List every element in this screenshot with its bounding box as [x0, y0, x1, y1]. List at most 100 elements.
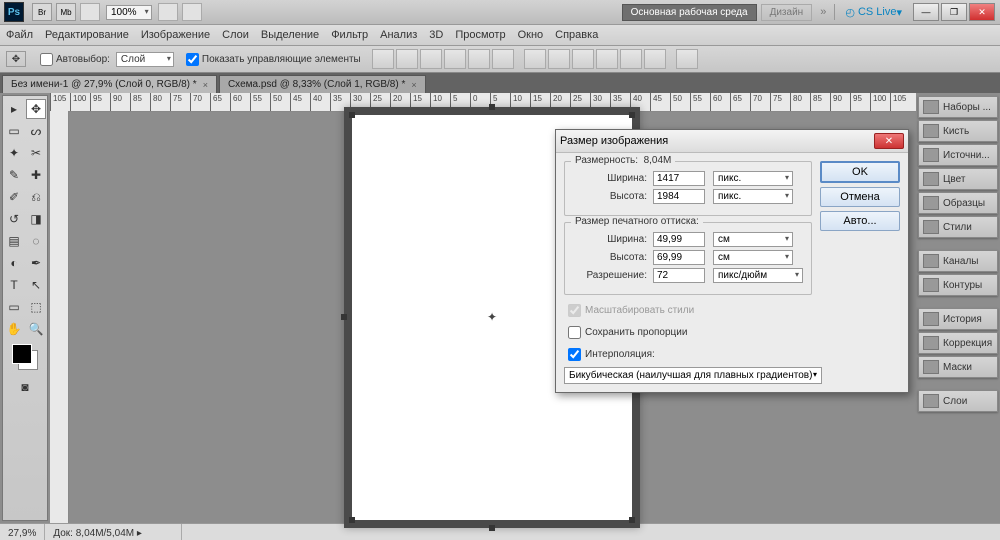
- pen-tool[interactable]: ✒: [26, 253, 46, 273]
- panel-layers[interactable]: Слои: [918, 390, 998, 412]
- tab-close-icon[interactable]: ×: [411, 80, 416, 90]
- move-tool[interactable]: ✥: [26, 99, 46, 119]
- distribute-icon[interactable]: [572, 49, 594, 69]
- eyedropper-tool[interactable]: ✎: [4, 165, 24, 185]
- tab-close-icon[interactable]: ×: [203, 80, 208, 90]
- extras-icon[interactable]: [182, 3, 202, 21]
- quickmask-tool[interactable]: ◙: [15, 377, 35, 397]
- workspace-design-button[interactable]: Дизайн: [761, 4, 813, 21]
- eraser-tool[interactable]: ◨: [26, 209, 46, 229]
- panel-brush[interactable]: Кисть: [918, 120, 998, 142]
- menu-filter[interactable]: Фильтр: [331, 29, 368, 41]
- minibridge-icon[interactable]: Mb: [56, 3, 76, 21]
- width-input[interactable]: [653, 171, 705, 186]
- heal-tool[interactable]: ✚: [26, 165, 46, 185]
- align-icon[interactable]: [396, 49, 418, 69]
- zoom-combo[interactable]: 100%: [106, 5, 152, 20]
- zoom-tool[interactable]: 🔍: [26, 319, 46, 339]
- path-tool[interactable]: ↖: [26, 275, 46, 295]
- align-icon[interactable]: [444, 49, 466, 69]
- distribute-icon[interactable]: [548, 49, 570, 69]
- bridge-icon[interactable]: Br: [32, 3, 52, 21]
- menu-3d[interactable]: 3D: [429, 29, 443, 41]
- hand-tool[interactable]: ✋: [4, 319, 24, 339]
- panel-adjust[interactable]: Коррекция: [918, 332, 998, 354]
- dodge-tool[interactable]: ◐: [4, 253, 24, 273]
- print-height-input[interactable]: [653, 250, 705, 265]
- panel-channels[interactable]: Каналы: [918, 250, 998, 272]
- menu-help[interactable]: Справка: [555, 29, 598, 41]
- panel-color[interactable]: Цвет: [918, 168, 998, 190]
- panel-sets[interactable]: Наборы ...: [918, 96, 998, 118]
- dialog-close-icon[interactable]: ✕: [874, 133, 904, 149]
- menu-layer[interactable]: Слои: [222, 29, 249, 41]
- panel-paths[interactable]: Контуры: [918, 274, 998, 296]
- menu-image[interactable]: Изображение: [141, 29, 210, 41]
- ok-button[interactable]: OK: [820, 161, 900, 183]
- close-icon[interactable]: ✕: [969, 3, 995, 21]
- panel-history[interactable]: История: [918, 308, 998, 330]
- align-icon[interactable]: [420, 49, 442, 69]
- wand-tool[interactable]: ✦: [4, 143, 24, 163]
- height-unit-combo[interactable]: пикс.: [713, 189, 793, 204]
- align-icon[interactable]: [492, 49, 514, 69]
- interpolation-combo[interactable]: Бикубическая (наилучшая для плавных град…: [564, 367, 822, 384]
- align-icon[interactable]: [468, 49, 490, 69]
- align-icon[interactable]: [372, 49, 394, 69]
- autoalign-icon[interactable]: [676, 49, 698, 69]
- interpolation-check[interactable]: Интерполяция:: [564, 345, 812, 364]
- type-tool[interactable]: T: [4, 275, 24, 295]
- panel-swatches[interactable]: Образцы: [918, 192, 998, 214]
- autoselect-combo[interactable]: Слой: [116, 52, 174, 67]
- menu-view[interactable]: Просмотр: [455, 29, 505, 41]
- distribute-icon[interactable]: [620, 49, 642, 69]
- menu-file[interactable]: Файл: [6, 29, 33, 41]
- marquee-tool[interactable]: ▭: [4, 121, 24, 141]
- menu-edit[interactable]: Редактирование: [45, 29, 129, 41]
- width-unit-combo[interactable]: пикс.: [713, 171, 793, 186]
- workspace-more-icon[interactable]: »: [820, 6, 826, 18]
- document-tab-2[interactable]: Схема.psd @ 8,33% (Слой 1, RGB/8) *×: [219, 75, 426, 93]
- blur-tool[interactable]: ◌: [26, 231, 46, 251]
- minimize-icon[interactable]: —: [913, 3, 939, 21]
- dialog-titlebar[interactable]: Размер изображения ✕: [556, 130, 908, 153]
- distribute-icon[interactable]: [524, 49, 546, 69]
- height-input[interactable]: [653, 189, 705, 204]
- panel-sources[interactable]: Источни...: [918, 144, 998, 166]
- crop-tool[interactable]: ✂: [26, 143, 46, 163]
- status-docsize[interactable]: Док: 8,04M/5,04M ▸: [45, 524, 182, 540]
- distribute-icon[interactable]: [644, 49, 666, 69]
- shape-tool[interactable]: ▭: [4, 297, 24, 317]
- history-brush-tool[interactable]: ↺: [4, 209, 24, 229]
- stamp-tool[interactable]: ⎌: [26, 187, 46, 207]
- resolution-input[interactable]: [653, 268, 705, 283]
- tab-toggle-icon[interactable]: ▸: [4, 99, 24, 119]
- arrange-docs-icon[interactable]: [158, 3, 178, 21]
- menu-select[interactable]: Выделение: [261, 29, 319, 41]
- screen-mode-icon[interactable]: [80, 3, 100, 21]
- panel-masks[interactable]: Маски: [918, 356, 998, 378]
- document-tab-1[interactable]: Без имени-1 @ 27,9% (Слой 0, RGB/8) *×: [2, 75, 217, 93]
- maximize-icon[interactable]: ❐: [941, 3, 967, 21]
- workspace-main-button[interactable]: Основная рабочая среда: [622, 4, 757, 21]
- print-width-input[interactable]: [653, 232, 705, 247]
- keep-proportions-check[interactable]: Сохранить пропорции: [564, 323, 812, 342]
- show-controls-checkbox[interactable]: [186, 53, 199, 66]
- print-width-unit-combo[interactable]: см: [713, 232, 793, 247]
- print-height-unit-combo[interactable]: см: [713, 250, 793, 265]
- 3d-tool[interactable]: ⬚: [26, 297, 46, 317]
- gradient-tool[interactable]: ▤: [4, 231, 24, 251]
- lasso-tool[interactable]: ᔕ: [26, 121, 46, 141]
- menu-window[interactable]: Окно: [518, 29, 544, 41]
- cancel-button[interactable]: Отмена: [820, 187, 900, 207]
- cslive-button[interactable]: CS Live ▾: [845, 6, 902, 19]
- brush-tool[interactable]: ✐: [4, 187, 24, 207]
- status-zoom[interactable]: 27,9%: [0, 524, 45, 540]
- resolution-unit-combo[interactable]: пикс/дюйм: [713, 268, 803, 283]
- panel-styles[interactable]: Стили: [918, 216, 998, 238]
- auto-button[interactable]: Авто...: [820, 211, 900, 231]
- autoselect-checkbox[interactable]: [40, 53, 53, 66]
- distribute-icon[interactable]: [596, 49, 618, 69]
- color-swatch[interactable]: [12, 344, 38, 370]
- menu-analysis[interactable]: Анализ: [380, 29, 417, 41]
